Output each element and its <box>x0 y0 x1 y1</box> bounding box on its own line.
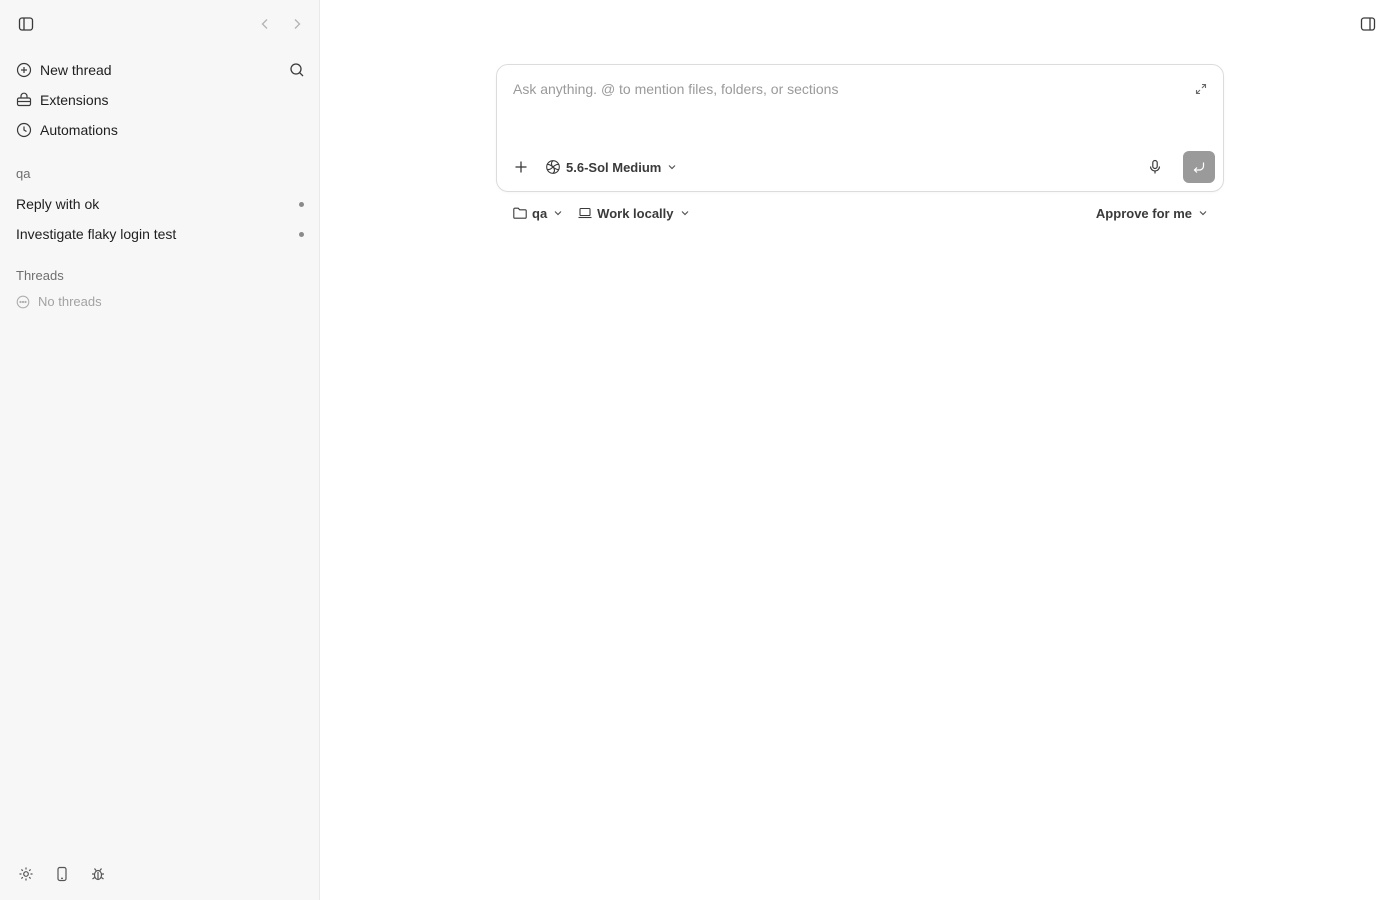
sidebar-footer <box>16 864 108 884</box>
toggle-sidebar-icon[interactable] <box>16 14 36 34</box>
thread-title: Reply with ok <box>16 196 100 212</box>
laptop-icon <box>577 205 593 221</box>
thread-item[interactable]: Investigate flaky login test <box>16 223 306 245</box>
mobile-device-icon[interactable] <box>52 864 72 884</box>
plus-circle-icon <box>16 62 32 78</box>
model-logo-icon <box>545 159 561 175</box>
automations-button[interactable]: Automations <box>16 118 118 142</box>
new-thread-button[interactable]: New thread <box>16 58 112 82</box>
unread-dot-icon <box>299 201 304 207</box>
extensions-button[interactable]: Extensions <box>16 88 108 112</box>
forward-arrow-icon[interactable] <box>287 14 307 34</box>
chevron-down-icon <box>680 208 690 218</box>
project-label: qa <box>16 166 31 181</box>
environment-name: Work locally <box>597 205 674 221</box>
composer-toolbar: 5.6-Sol Medium <box>509 151 1215 183</box>
composer: 5.6-Sol Medium <box>496 64 1224 192</box>
no-threads-text: No threads <box>38 294 102 309</box>
model-selector[interactable]: 5.6-Sol Medium <box>545 159 677 175</box>
clock-icon <box>16 122 32 138</box>
composer-options: qa Work locally Approve for me <box>512 202 1208 224</box>
no-threads-row: No threads <box>16 294 102 309</box>
chevron-down-icon <box>667 162 677 172</box>
send-button[interactable] <box>1183 151 1215 183</box>
new-thread-label: New thread <box>40 62 112 78</box>
unread-dot-icon <box>299 231 304 237</box>
chevron-down-icon <box>1198 208 1208 218</box>
expand-icon[interactable] <box>1193 81 1209 97</box>
search-icon[interactable] <box>287 60 307 80</box>
environment-selector[interactable]: Work locally <box>577 205 689 221</box>
folder-name: qa <box>532 205 548 221</box>
toggle-right-panel-icon[interactable] <box>1358 14 1378 34</box>
sidebar: New thread Extensions Automations qa Rep… <box>0 0 320 900</box>
folder-icon <box>512 205 528 221</box>
thread-item[interactable]: Reply with ok <box>16 193 306 215</box>
extensions-label: Extensions <box>40 92 109 108</box>
main-panel: 5.6-Sol Medium qa <box>320 0 1400 900</box>
prompt-input[interactable] <box>513 81 1173 97</box>
settings-gear-icon[interactable] <box>16 864 36 884</box>
approval-mode: Approve for me <box>1095 205 1192 221</box>
back-arrow-icon[interactable] <box>255 14 275 34</box>
automations-label: Automations <box>40 122 118 138</box>
app-window: New thread Extensions Automations qa Rep… <box>0 0 1400 900</box>
folder-selector[interactable]: qa <box>512 205 563 221</box>
chat-bubble-icon <box>16 295 30 309</box>
bug-icon[interactable] <box>88 864 108 884</box>
threads-section-label: Threads <box>16 268 64 283</box>
microphone-icon[interactable] <box>1143 155 1167 179</box>
approval-selector[interactable]: Approve for me <box>1096 206 1208 221</box>
model-name: 5.6-Sol Medium <box>566 159 662 175</box>
add-attachment-icon[interactable] <box>509 155 533 179</box>
thread-title: Investigate flaky login test <box>16 226 177 242</box>
chevron-down-icon <box>553 208 563 218</box>
extensions-icon <box>16 92 32 108</box>
